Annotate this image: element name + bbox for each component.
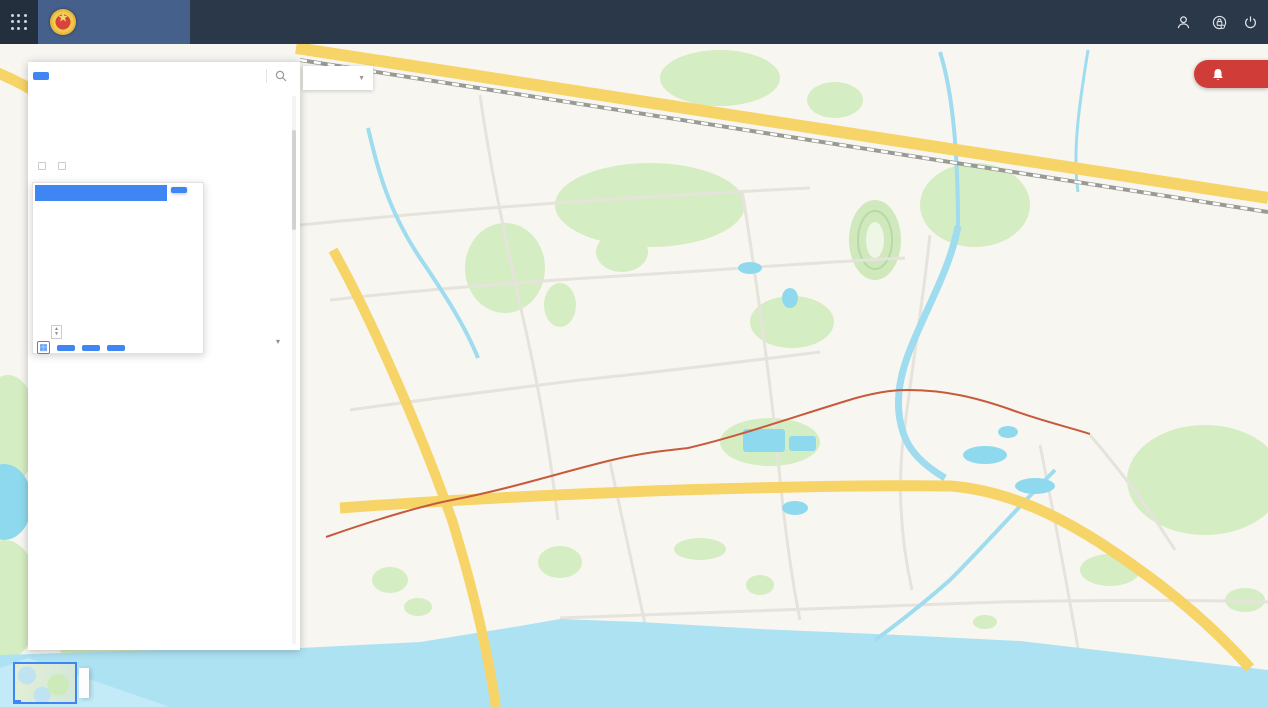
app-launcher-icon[interactable] — [0, 0, 38, 44]
application-window: ★ — [0, 0, 1268, 707]
calendar-confirm-button[interactable] — [171, 187, 187, 193]
key-person-search-panel: ▾ ▲▼ ▦ — [28, 62, 300, 650]
chevron-down-icon: ▼ — [358, 75, 365, 82]
scrollbar-thumb[interactable] — [292, 130, 296, 230]
minimap-toggle[interactable] — [13, 662, 77, 704]
date-range-row — [28, 162, 300, 170]
metro-line — [326, 390, 1090, 537]
date-from-picker-icon[interactable] — [38, 162, 46, 170]
app-logo: ★ — [38, 0, 190, 44]
stadium — [849, 200, 901, 280]
time-spinner[interactable]: ▲▼ — [51, 325, 62, 339]
user-icon — [1176, 15, 1191, 30]
calendar-time-row: ▲▼ — [39, 325, 62, 339]
calendar-today-button[interactable] — [82, 345, 100, 351]
calendar-grid-icon[interactable]: ▦ — [37, 341, 50, 354]
district-select[interactable]: ▼ — [303, 66, 373, 90]
security-settings-icon[interactable] — [1212, 15, 1227, 30]
key-person-tag-button[interactable] — [33, 72, 49, 80]
hidden-item-caret-icon[interactable]: ▾ — [276, 337, 280, 346]
date-to-picker-icon[interactable] — [58, 162, 66, 170]
police-emblem-icon: ★ — [50, 9, 76, 35]
calendar-clear-button[interactable] — [57, 345, 75, 351]
calendar-footer: ▦ — [37, 341, 125, 354]
calendar-popup: ▲▼ ▦ — [32, 182, 204, 354]
alert-info-button[interactable] — [1194, 60, 1268, 88]
calendar-header — [35, 185, 167, 201]
grid-icon — [11, 14, 28, 31]
minimap-handle[interactable] — [79, 668, 89, 698]
bell-icon — [1212, 68, 1224, 81]
power-icon[interactable] — [1243, 15, 1258, 30]
calendar-ok-button[interactable] — [107, 345, 125, 351]
user-menu[interactable] — [1176, 15, 1196, 30]
search-input[interactable] — [49, 65, 254, 88]
search-bar — [28, 62, 295, 90]
search-icon[interactable] — [267, 70, 295, 82]
minimap-label — [13, 700, 21, 704]
topbar-right — [1176, 0, 1258, 44]
top-navigation-bar: ★ — [0, 0, 1268, 44]
